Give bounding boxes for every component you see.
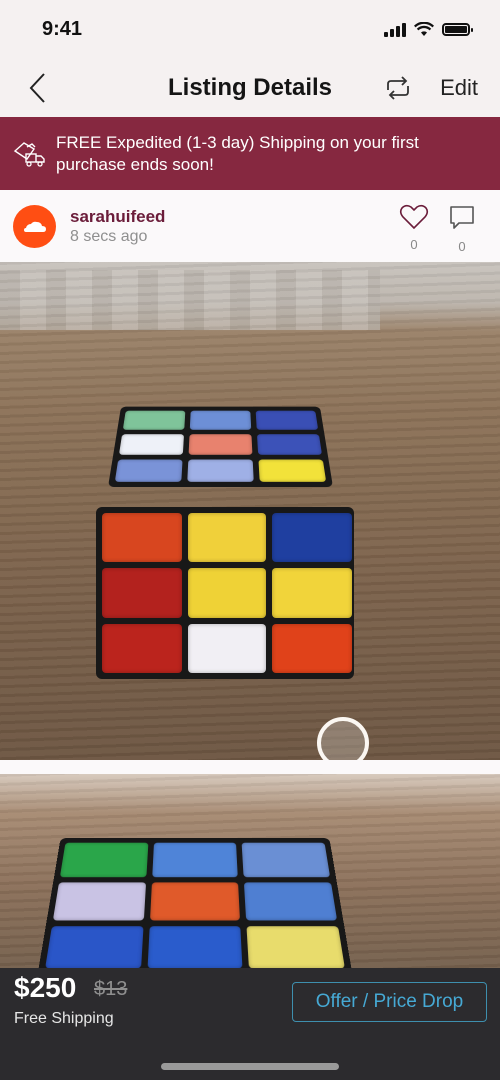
repost-icon[interactable]	[382, 72, 414, 104]
nav-bar: Listing Details Edit	[0, 60, 500, 116]
comment-button[interactable]: 0	[446, 204, 478, 254]
cube-sticker	[241, 842, 331, 878]
like-button[interactable]: 0	[398, 204, 430, 252]
cube-sticker	[188, 568, 266, 618]
cube-sticker	[114, 459, 183, 482]
cube-sticker	[147, 926, 243, 968]
cube-sticker	[102, 568, 182, 618]
original-price: $13	[94, 978, 128, 1000]
cube-top-face	[37, 838, 353, 968]
page-title: Listing Details	[167, 74, 333, 101]
cube-sticker	[45, 926, 144, 968]
cube-sticker	[272, 568, 352, 618]
purchase-bar: $250 $13 Free Shipping Offer / Price Dro…	[0, 968, 500, 1080]
cube-sticker	[149, 882, 241, 921]
cube-sticker	[255, 410, 319, 430]
cube-sticker	[102, 623, 182, 673]
cube-sticker	[59, 842, 149, 878]
cube-sticker	[246, 926, 345, 968]
comment-count: 0	[458, 239, 466, 254]
status-time: 9:41	[42, 18, 83, 40]
cube-front-face	[96, 507, 354, 679]
cellular-signal-icon	[384, 22, 406, 37]
cube-top-face	[108, 406, 333, 487]
cube-sticker	[272, 513, 352, 563]
cube-sticker	[188, 434, 253, 455]
cube-sticker	[52, 882, 146, 921]
cube-sticker	[188, 513, 266, 563]
comment-icon	[450, 206, 474, 229]
offer-price-drop-button[interactable]: Offer / Price Drop	[292, 982, 487, 1022]
chevron-left-icon[interactable]	[24, 70, 54, 106]
edit-button[interactable]: Edit	[440, 75, 478, 101]
battery-icon	[442, 23, 473, 36]
cube-sticker	[244, 882, 338, 921]
like-count: 0	[410, 237, 418, 252]
cube-sticker	[187, 459, 254, 482]
cube-sticker	[256, 434, 323, 455]
listing-photo-2[interactable]	[0, 774, 500, 968]
cube-sticker	[188, 623, 266, 673]
cloud-icon	[23, 221, 46, 232]
avatar[interactable]	[13, 205, 56, 248]
wifi-icon	[414, 22, 434, 36]
status-icons	[384, 22, 473, 37]
price: $250	[14, 972, 77, 1003]
photo-divider	[0, 760, 500, 774]
seller-username[interactable]: sarahuifeed	[70, 207, 165, 227]
cube-sticker	[118, 434, 185, 455]
home-indicator[interactable]	[161, 1063, 339, 1070]
posted-time: 8 secs ago	[70, 228, 148, 245]
shipping-truck-icon	[13, 141, 45, 167]
cube-sticker	[102, 513, 182, 563]
status-bar: 9:41	[0, 0, 500, 60]
shipping-note: Free Shipping	[14, 1010, 114, 1027]
cube-sticker	[258, 459, 327, 482]
cube-sticker	[189, 410, 252, 430]
heart-icon	[399, 204, 429, 230]
seller-row: sarahuifeed 8 secs ago 0 0	[0, 190, 500, 262]
promo-text: FREE Expedited (1-3 day) Shipping on you…	[56, 132, 419, 174]
promo-banner[interactable]: FREE Expedited (1-3 day) Shipping on you…	[0, 117, 500, 190]
listing-photo-1[interactable]	[0, 262, 500, 760]
cube-sticker	[272, 623, 352, 673]
cube-sticker	[151, 842, 239, 878]
cube-sticker	[122, 410, 186, 430]
